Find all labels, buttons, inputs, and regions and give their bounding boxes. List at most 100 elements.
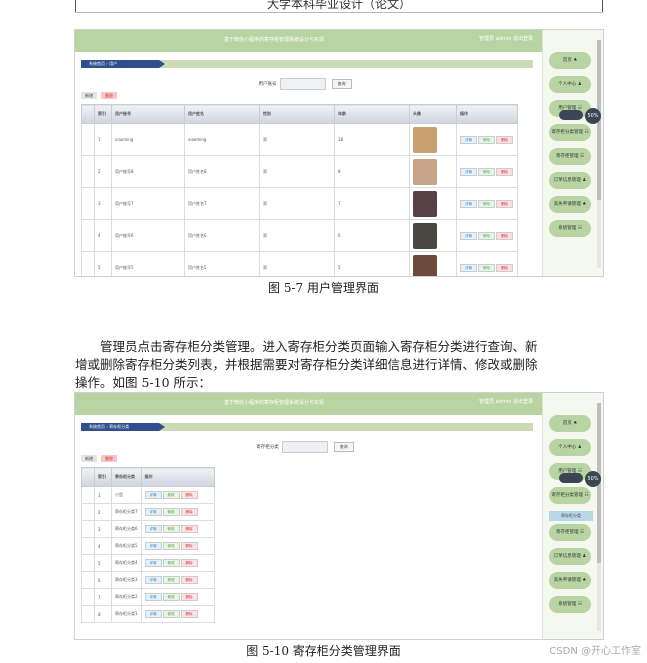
row-delete-button[interactable]: 删除 xyxy=(180,525,198,533)
row-checkbox[interactable] xyxy=(81,123,95,156)
detail-button[interactable]: 详情 xyxy=(460,167,477,176)
col-name[interactable]: 用户姓名 xyxy=(184,104,260,124)
zoom-badge[interactable]: 50% xyxy=(585,108,601,124)
cell-avatar xyxy=(409,251,457,276)
row-delete-button[interactable]: 删除 xyxy=(496,199,513,208)
col-category[interactable]: 寄存柜分类 xyxy=(111,467,142,487)
row-checkbox[interactable] xyxy=(81,219,95,252)
col-gender[interactable]: 性别 xyxy=(259,104,335,124)
sidebar-item[interactable]: 丢失申请管理 ♠ xyxy=(549,572,591,589)
row-checkbox[interactable] xyxy=(81,187,95,220)
edit-button[interactable]: 修改 xyxy=(478,263,495,272)
detail-button[interactable]: 详情 xyxy=(460,231,477,240)
detail-button[interactable]: 详情 xyxy=(144,542,162,550)
row-checkbox[interactable] xyxy=(81,155,95,188)
sidebar-item[interactable]: 个人中心 ♟ xyxy=(549,439,591,456)
detail-button[interactable]: 详情 xyxy=(460,199,477,208)
sidebar-item[interactable]: 寄存柜管理 ☰ xyxy=(549,148,591,165)
col-select[interactable] xyxy=(81,467,95,487)
detail-button[interactable]: 详情 xyxy=(144,593,162,601)
add-button[interactable]: 新增 xyxy=(81,455,97,462)
sidebar-item[interactable]: 首页 ♠ xyxy=(549,52,591,69)
float-handle[interactable] xyxy=(559,110,583,120)
sidebar-item[interactable]: 系统管理 ☷ xyxy=(549,596,591,613)
scrollbar[interactable] xyxy=(597,40,601,268)
row-delete-button[interactable]: 删除 xyxy=(496,231,513,240)
avatar-image xyxy=(413,158,437,185)
row-checkbox[interactable] xyxy=(81,537,95,555)
cell-avatar xyxy=(409,155,457,188)
detail-button[interactable]: 详情 xyxy=(460,263,477,272)
col-avatar[interactable]: 头像 xyxy=(409,104,457,124)
edit-button[interactable]: 修改 xyxy=(162,593,180,601)
detail-button[interactable]: 详情 xyxy=(144,508,162,516)
sidebar-item[interactable]: 寄存柜管理 ☰ xyxy=(549,524,591,541)
edit-button[interactable]: 修改 xyxy=(162,542,180,550)
detail-button[interactable]: 详情 xyxy=(144,610,162,618)
search-input[interactable] xyxy=(279,78,326,90)
row-checkbox[interactable] xyxy=(81,486,95,504)
search-button[interactable]: 查询 xyxy=(331,79,352,89)
cell-account: 用户账号8 xyxy=(111,155,185,188)
row-delete-button[interactable]: 删除 xyxy=(180,559,198,567)
row-checkbox[interactable] xyxy=(81,571,95,589)
sidebar-item[interactable]: 首页 ♠ xyxy=(549,415,591,432)
float-handle[interactable] xyxy=(559,473,583,483)
search-input[interactable] xyxy=(281,441,328,453)
edit-button[interactable]: 修改 xyxy=(478,135,495,144)
sidebar-item[interactable]: 系统管理 ☷ xyxy=(549,220,591,237)
row-delete-button[interactable]: 删除 xyxy=(180,491,198,499)
edit-button[interactable]: 修改 xyxy=(478,231,495,240)
sidebar-item[interactable]: 个人中心 ♟ xyxy=(549,76,591,93)
detail-button[interactable]: 详情 xyxy=(144,491,162,499)
breadcrumb-bar: 系统首页 › 寄存柜分类 xyxy=(81,423,533,431)
cell-category: 寄存柜分类1 xyxy=(111,605,142,623)
col-account[interactable]: 用户账号 xyxy=(111,104,185,124)
sidebar-item[interactable]: 寄存柜分类管理 ☷ xyxy=(549,124,591,141)
col-age[interactable]: 年龄 xyxy=(334,104,410,124)
row-checkbox[interactable] xyxy=(81,588,95,606)
sidebar-item[interactable]: 订单信息管理 ♟ xyxy=(549,172,591,189)
edit-button[interactable]: 修改 xyxy=(162,610,180,618)
row-checkbox[interactable] xyxy=(81,503,95,521)
edit-button[interactable]: 修改 xyxy=(478,199,495,208)
row-delete-button[interactable]: 删除 xyxy=(496,263,513,272)
row-delete-button[interactable]: 删除 xyxy=(496,167,513,176)
user-info[interactable]: 管理员 admin 退出登录 xyxy=(479,398,533,405)
detail-button[interactable]: 详情 xyxy=(144,559,162,567)
sidebar-item[interactable]: 寄存柜分类管理 ☷ xyxy=(549,487,591,504)
delete-button[interactable]: 删除 xyxy=(101,92,117,99)
row-checkbox[interactable] xyxy=(81,554,95,572)
row-delete-button[interactable]: 删除 xyxy=(496,135,513,144)
top-bar: 基于微信小程序的寄存柜管理系统设计与实现 管理员 admin 退出登录 xyxy=(75,30,603,52)
edit-button[interactable]: 修改 xyxy=(162,576,180,584)
edit-button[interactable]: 修改 xyxy=(162,559,180,567)
add-button[interactable]: 新增 xyxy=(81,92,97,99)
zoom-badge[interactable]: 50% xyxy=(585,471,601,487)
row-delete-button[interactable]: 删除 xyxy=(180,508,198,516)
scrollbar[interactable] xyxy=(597,403,601,631)
edit-button[interactable]: 修改 xyxy=(162,525,180,533)
user-info[interactable]: 管理员 admin 退出登录 xyxy=(479,35,533,42)
sidebar-subitem[interactable]: 寄存柜分类 xyxy=(549,511,593,521)
sidebar-item[interactable]: 订单信息管理 ♟ xyxy=(549,548,591,565)
detail-button[interactable]: 详情 xyxy=(144,576,162,584)
ops-cell: 详情 修改 删除 xyxy=(456,155,518,188)
row-checkbox[interactable] xyxy=(81,520,95,538)
edit-button[interactable]: 修改 xyxy=(162,508,180,516)
row-delete-button[interactable]: 删除 xyxy=(180,576,198,584)
edit-button[interactable]: 修改 xyxy=(162,491,180,499)
row-delete-button[interactable]: 删除 xyxy=(180,593,198,601)
row-delete-button[interactable]: 删除 xyxy=(180,542,198,550)
ops-cell: 详情 修改 删除 xyxy=(456,187,518,220)
row-checkbox[interactable] xyxy=(81,251,95,276)
col-select[interactable] xyxy=(81,104,95,124)
detail-button[interactable]: 详情 xyxy=(144,525,162,533)
search-button[interactable]: 查询 xyxy=(333,442,354,452)
row-checkbox[interactable] xyxy=(81,605,95,623)
delete-button[interactable]: 删除 xyxy=(101,455,117,462)
edit-button[interactable]: 修改 xyxy=(478,167,495,176)
row-delete-button[interactable]: 删除 xyxy=(180,610,198,618)
sidebar-item[interactable]: 丢失申请管理 ♠ xyxy=(549,196,591,213)
detail-button[interactable]: 详情 xyxy=(460,135,477,144)
